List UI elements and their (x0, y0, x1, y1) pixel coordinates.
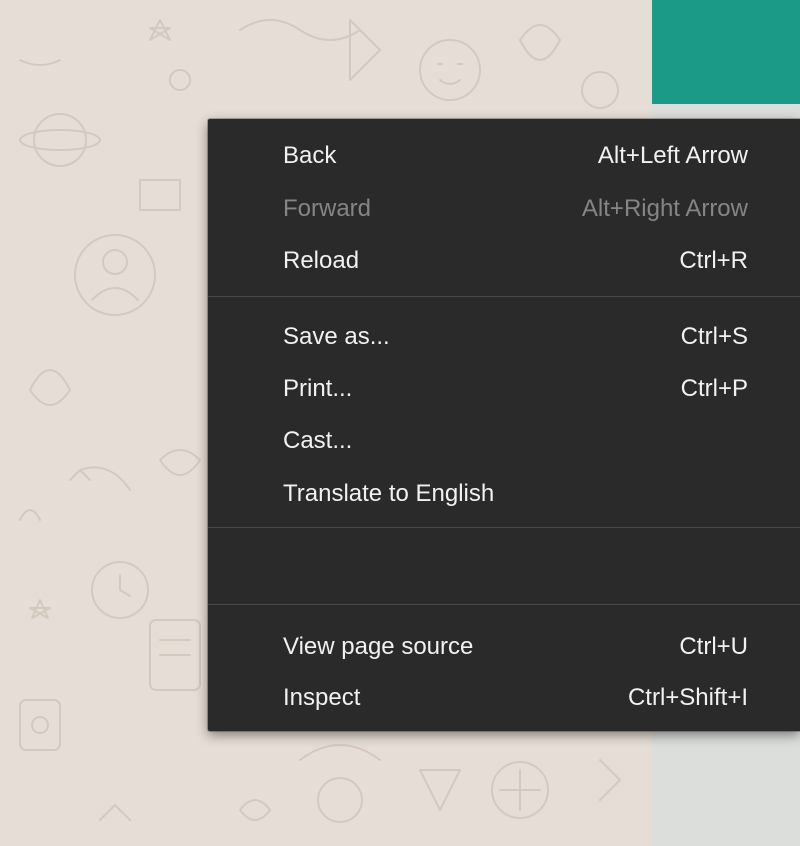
menu-item-reload[interactable]: Reload Ctrl+R (208, 239, 800, 283)
menu-item-label: Translate to English (283, 480, 495, 507)
menu-item-label: Cast... (283, 427, 353, 454)
menu-item-label: Print... (283, 375, 353, 402)
menu-separator (208, 527, 800, 528)
menu-item-shortcut: Alt+Right Arrow (581, 195, 748, 222)
menu-item-shortcut: Alt+Left Arrow (597, 142, 748, 169)
menu-item-translate[interactable]: Translate to English (208, 472, 800, 516)
menu-item-print[interactable]: Print... Ctrl+P (208, 367, 800, 411)
menu-item-shortcut: Ctrl+Shift+I (627, 684, 748, 711)
menu-item-label: Forward (283, 195, 372, 222)
menu-item-label: Reload (283, 247, 360, 274)
menu-item-label: View page source (283, 633, 474, 660)
context-menu: Back Alt+Left Arrow Forward Alt+Right Ar… (208, 119, 800, 731)
menu-item-forward: Forward Alt+Right Arrow (208, 187, 800, 231)
menu-separator (208, 296, 800, 297)
menu-item-inspect[interactable]: Inspect Ctrl+Shift+I (208, 676, 800, 720)
menu-item-label: Save as... (283, 323, 390, 350)
menu-item-shortcut: Ctrl+U (679, 633, 748, 660)
menu-item-label: Back (283, 142, 337, 169)
menu-item-label: Inspect (283, 684, 361, 711)
menu-item-back[interactable]: Back Alt+Left Arrow (208, 134, 800, 178)
menu-item-shortcut: Ctrl+R (679, 247, 748, 274)
header-banner (652, 0, 800, 104)
menu-item-view-source[interactable]: View page source Ctrl+U (208, 625, 800, 669)
menu-separator (208, 604, 800, 605)
menu-item-shortcut: Ctrl+P (680, 375, 748, 402)
menu-item-cast[interactable]: Cast... (208, 419, 800, 463)
menu-item-shortcut: Ctrl+S (680, 323, 748, 350)
menu-item-save-as[interactable]: Save as... Ctrl+S (208, 315, 800, 359)
